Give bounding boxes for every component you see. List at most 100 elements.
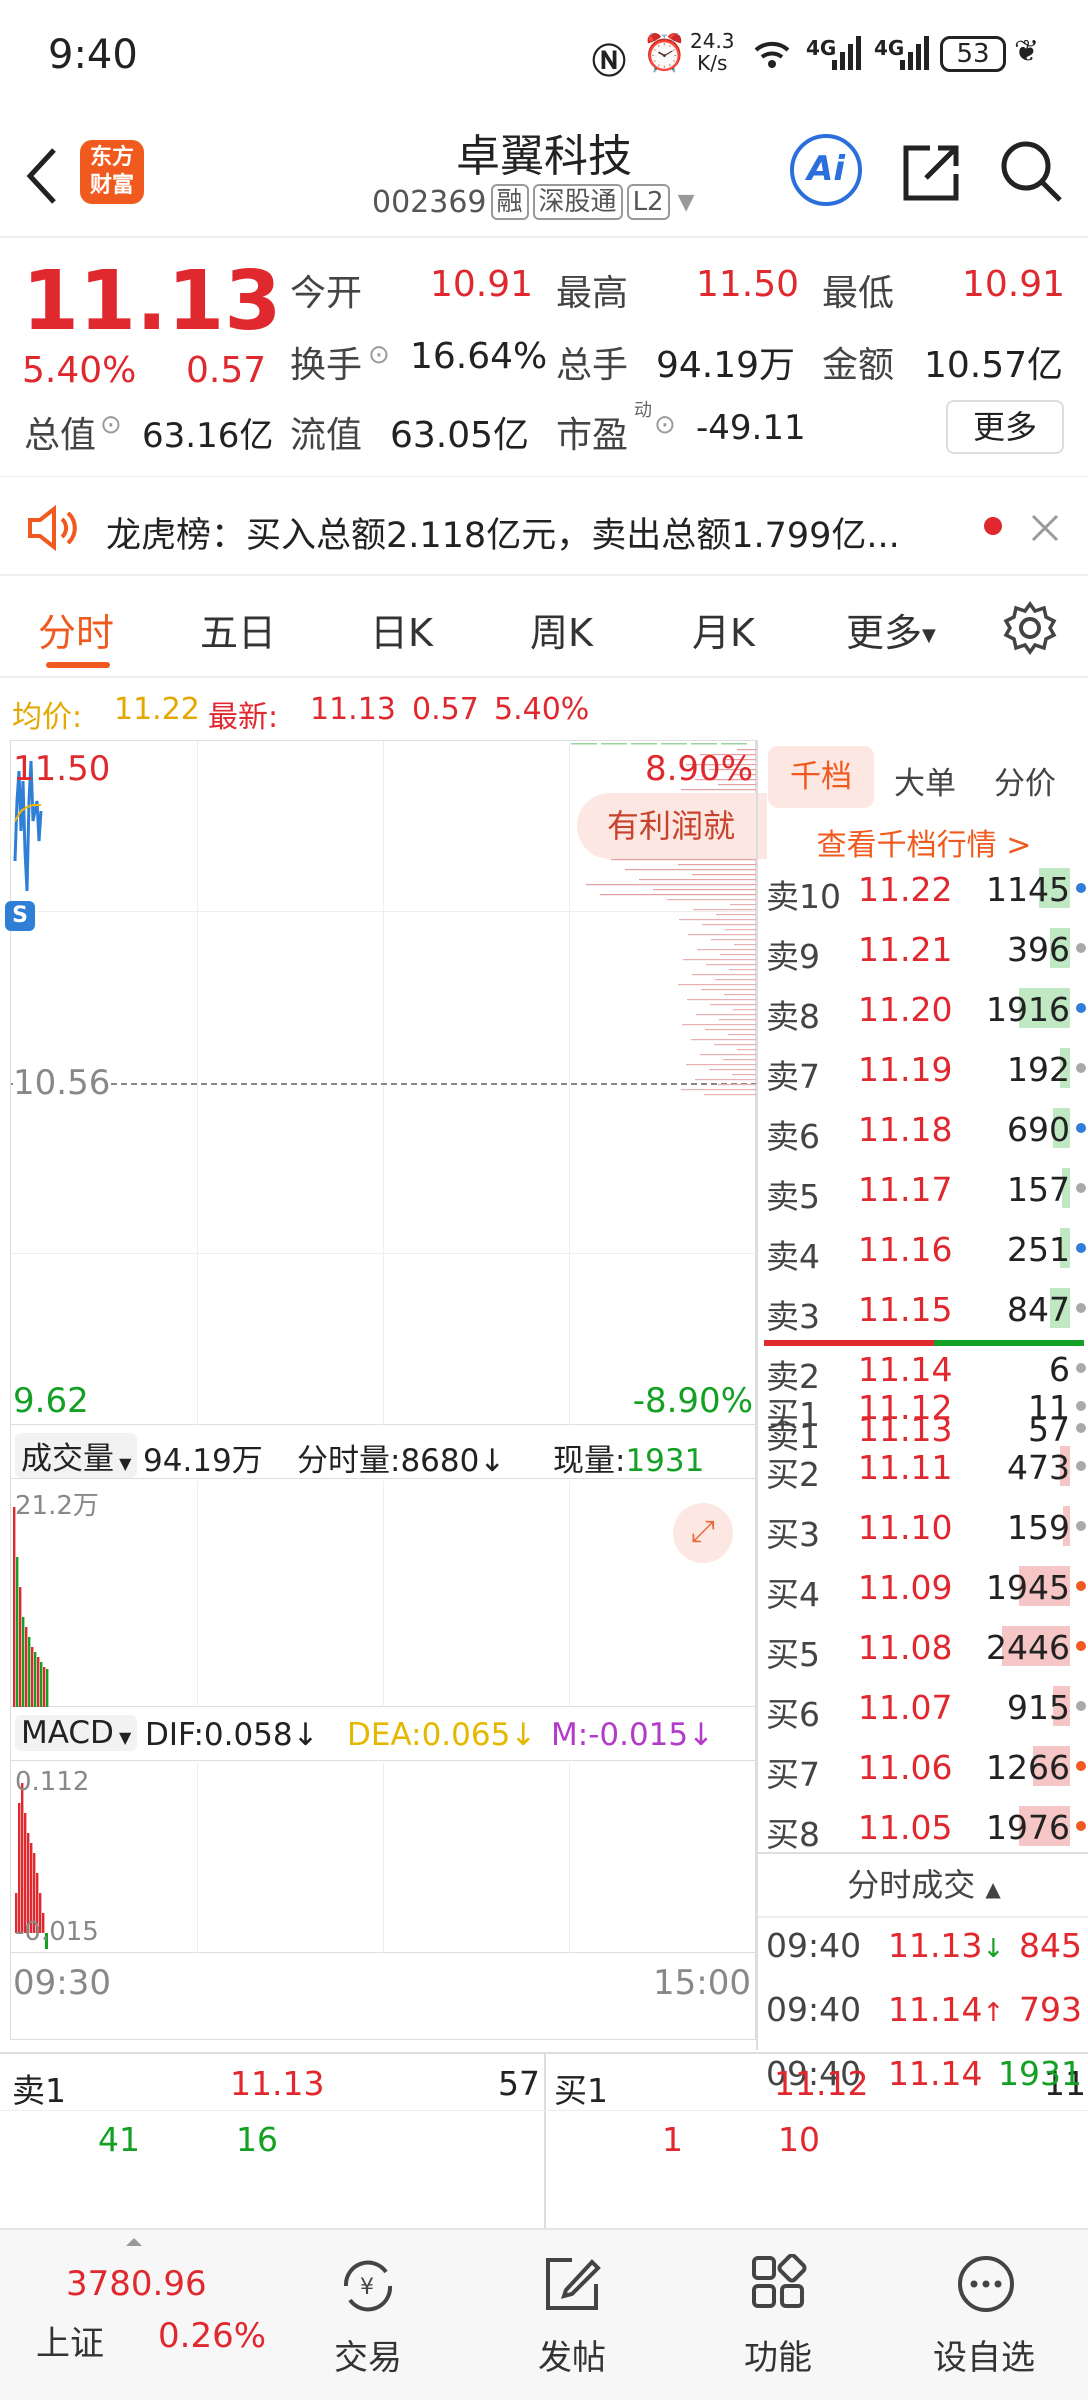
buy-row[interactable]: 买3 11.10 159: [758, 1504, 1088, 1554]
battery-icon: 53: [940, 36, 1006, 72]
y-bot-label: 9.62: [13, 1381, 89, 1421]
buy-volume: 1945: [986, 1568, 1070, 1607]
depth-bar: [691, 743, 717, 745]
buy-level-label: 买5: [766, 1635, 820, 1674]
divider: [0, 2110, 1088, 2111]
depth-bar: [678, 864, 757, 866]
tab-daily-k[interactable]: 日K: [370, 602, 433, 657]
intraday-chart[interactable]: 11.50 8.90% 10.56 9.62 -8.90% 有利润就 S 成交量…: [5, 740, 767, 2040]
buy-row[interactable]: 买6 11.07 915: [758, 1684, 1088, 1734]
depth-bar: [706, 964, 757, 966]
bottom-nav: 3780.96 上证 0.26% ¥ 交易 发帖 功能 设自选: [0, 2228, 1088, 2400]
volume-total: 94.19万: [143, 1443, 263, 1479]
tab-more[interactable]: 更多▼: [846, 602, 936, 657]
nfc-icon: Ⓝ: [592, 42, 626, 82]
volume-bar: [16, 1557, 19, 1707]
nav-add-watchlist[interactable]: 设自选: [916, 2230, 1052, 2400]
tag-connect: 深股通: [532, 184, 623, 220]
more-button[interactable]: 更多: [946, 400, 1064, 454]
volume-bar: [25, 1627, 28, 1707]
volume-tick: 分时量:8680↓: [297, 1443, 506, 1479]
sell-volume: 157: [1007, 1170, 1070, 1209]
caret-up-icon: ▲: [985, 1877, 1001, 1901]
macd-bar: [18, 1803, 21, 1933]
macd-selector[interactable]: MACD ▼: [15, 1715, 138, 1751]
volume-now-label: 现量:: [553, 1443, 626, 1479]
volume-bars: [13, 1507, 49, 1707]
depth-bar: [682, 1024, 757, 1026]
macd-panel: 0.112 -0.015: [11, 1763, 757, 1953]
nav-trade[interactable]: ¥ 交易: [300, 2230, 436, 2400]
buy-status-dot: [1076, 1701, 1086, 1711]
depth-bar: [693, 909, 757, 911]
gear-icon[interactable]: [1002, 600, 1058, 656]
dragon-tiger-notice[interactable]: 龙虎榜：买入总额2.118亿元，卖出总额1.799亿...: [0, 476, 1088, 576]
buy-level-label: 买1: [766, 1395, 820, 1434]
depth-bar: [719, 1019, 757, 1021]
buy-row[interactable]: 买2 11.11 473: [758, 1444, 1088, 1494]
trade-time: 09:40: [766, 1926, 862, 1965]
latest-label: 最新:: [208, 700, 279, 735]
trade-volume: 845: [1019, 1926, 1082, 1965]
nav-post[interactable]: 发帖: [504, 2230, 640, 2400]
buy-volume: 1976: [986, 1808, 1070, 1847]
share-icon[interactable]: [900, 140, 964, 204]
depth-bar: [737, 1049, 757, 1051]
depth-bar: [730, 904, 757, 906]
bottom-quote: 卖1 11.13 57 41 16 买1 11.12 11 1 10: [0, 2052, 1088, 2230]
macd-dif: DIF:0.058↓: [145, 1717, 319, 1753]
volume-selector[interactable]: 成交量 ▼: [15, 1433, 138, 1478]
depth-bar: [661, 743, 687, 745]
depth-bar: [714, 1044, 757, 1046]
tab-weekly-k[interactable]: 周K: [530, 602, 593, 657]
status-time: 9:40: [48, 32, 138, 78]
trade-arrow: ↑: [982, 1998, 1005, 2028]
search-icon[interactable]: [998, 138, 1064, 204]
expand-icon[interactable]: ⤢: [673, 1503, 733, 1563]
s-badge-icon[interactable]: S: [5, 901, 35, 931]
tag-margin: 融: [490, 184, 529, 220]
macd-m-value: M:-0.015: [551, 1717, 689, 1753]
buy-row[interactable]: 买1 11.12 11: [758, 1384, 1088, 1434]
sell-volume: 251: [1007, 1230, 1070, 1269]
time-end-label: 15:00: [653, 1963, 751, 2003]
trade-price: 11.14↑: [888, 1990, 1004, 2029]
buy-status-dot: [1076, 1641, 1086, 1651]
depth-bar: [697, 949, 757, 951]
profit-bubble[interactable]: 有利润就: [577, 793, 767, 859]
depth-bar: [687, 999, 757, 1001]
info-icon[interactable]: ⊙: [368, 340, 390, 370]
ai-button[interactable]: Ai: [790, 134, 862, 206]
y-mid-label: 10.56: [13, 1063, 111, 1103]
trade-volume: 1931: [998, 2054, 1082, 2093]
trade-row: 09:40 11.13↓ 845: [758, 1922, 1088, 1968]
depth-bar: [721, 743, 747, 745]
open-value: 10.91: [430, 264, 534, 305]
buy-row[interactable]: 买4 11.09 1945: [758, 1564, 1088, 1614]
volume-bar: [40, 1662, 43, 1707]
volume-bar: [46, 1669, 49, 1707]
dropdown-icon[interactable]: ▼: [678, 190, 695, 215]
buy-row[interactable]: 买8 11.05 1976: [758, 1804, 1088, 1852]
macd-dea: DEA:0.065↓: [347, 1717, 537, 1753]
info-icon[interactable]: ⊙: [100, 410, 122, 440]
divider: [544, 2054, 546, 2230]
trade-arrow: ↓: [982, 1934, 1005, 1964]
latest-value: 11.13: [310, 692, 396, 727]
index-widget[interactable]: 3780.96 上证 0.26%: [20, 2230, 266, 2400]
trades-header[interactable]: 分时成交 ▲: [758, 1852, 1088, 1918]
tab-five-day[interactable]: 五日: [200, 602, 276, 657]
nav-functions[interactable]: 功能: [710, 2230, 846, 2400]
volume-now: 现量:1931: [553, 1435, 704, 1480]
info-icon[interactable]: ⊙: [654, 410, 676, 440]
close-icon[interactable]: [1030, 513, 1060, 543]
depth-bar: [692, 974, 757, 976]
volume-bar: [13, 1507, 16, 1707]
depth-bar: [653, 889, 757, 891]
buy-row[interactable]: 买5 11.08 2446: [758, 1624, 1088, 1674]
volume-value: 94.19万: [656, 345, 796, 386]
depth-bar: [600, 894, 757, 896]
tab-monthly-k[interactable]: 月K: [692, 602, 755, 657]
buy-row[interactable]: 买7 11.06 1266: [758, 1744, 1088, 1794]
tab-intraday[interactable]: 分时: [38, 602, 114, 657]
